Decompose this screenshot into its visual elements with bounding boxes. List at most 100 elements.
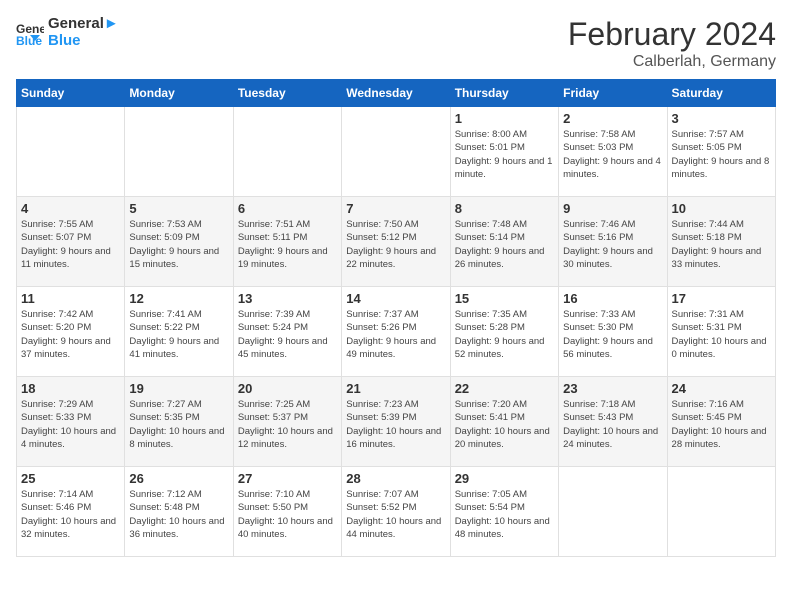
day-info: Sunrise: 7:31 AMSunset: 5:31 PMDaylight:… bbox=[672, 308, 771, 361]
calendar-cell: 8 Sunrise: 7:48 AMSunset: 5:14 PMDaylight… bbox=[450, 197, 558, 287]
calendar-cell: 24 Sunrise: 7:16 AMSunset: 5:45 PMDayligh… bbox=[667, 377, 775, 467]
day-info: Sunrise: 7:29 AMSunset: 5:33 PMDaylight:… bbox=[21, 398, 120, 451]
logo-general: General► bbox=[48, 16, 119, 33]
day-info: Sunrise: 7:35 AMSunset: 5:28 PMDaylight:… bbox=[455, 308, 554, 361]
day-info: Sunrise: 7:05 AMSunset: 5:54 PMDaylight:… bbox=[455, 488, 554, 541]
calendar-week-row: 11Sunrise: 7:42 AMSunset: 5:20 PMDayligh… bbox=[17, 287, 776, 377]
calendar-cell: 7 Sunrise: 7:50 AMSunset: 5:12 PMDaylight… bbox=[342, 197, 450, 287]
day-number: 14 bbox=[346, 291, 445, 306]
day-info: Sunrise: 7:33 AMSunset: 5:30 PMDaylight:… bbox=[563, 308, 662, 361]
day-number: 29 bbox=[455, 471, 554, 486]
day-info: Sunrise: 8:00 AMSunset: 5:01 PMDaylight:… bbox=[455, 128, 554, 181]
day-info: Sunrise: 7:07 AMSunset: 5:52 PMDaylight:… bbox=[346, 488, 445, 541]
calendar-header-row: SundayMondayTuesdayWednesdayThursdayFrid… bbox=[17, 80, 776, 107]
weekday-header-sunday: Sunday bbox=[17, 80, 125, 107]
calendar-cell: 18Sunrise: 7:29 AMSunset: 5:33 PMDayligh… bbox=[17, 377, 125, 467]
day-info: Sunrise: 7:51 AMSunset: 5:11 PMDaylight:… bbox=[238, 218, 337, 271]
weekday-header-thursday: Thursday bbox=[450, 80, 558, 107]
calendar-cell: 9 Sunrise: 7:46 AMSunset: 5:16 PMDaylight… bbox=[559, 197, 667, 287]
day-info: Sunrise: 7:44 AMSunset: 5:18 PMDaylight:… bbox=[672, 218, 771, 271]
calendar-cell: 12 Sunrise: 7:41 AMSunset: 5:22 PMDayligh… bbox=[125, 287, 233, 377]
day-number: 8 bbox=[455, 201, 554, 216]
day-info: Sunrise: 7:23 AMSunset: 5:39 PMDaylight:… bbox=[346, 398, 445, 451]
calendar-week-row: 4Sunrise: 7:55 AMSunset: 5:07 PMDaylight… bbox=[17, 197, 776, 287]
day-number: 28 bbox=[346, 471, 445, 486]
day-number: 12 bbox=[129, 291, 228, 306]
calendar-cell: 22 Sunrise: 7:20 AMSunset: 5:41 PMDayligh… bbox=[450, 377, 558, 467]
header: General Blue General► Blue February 2024… bbox=[16, 16, 776, 71]
day-number: 16 bbox=[563, 291, 662, 306]
day-info: Sunrise: 7:20 AMSunset: 5:41 PMDaylight:… bbox=[455, 398, 554, 451]
day-info: Sunrise: 7:53 AMSunset: 5:09 PMDaylight:… bbox=[129, 218, 228, 271]
calendar-cell: 14 Sunrise: 7:37 AMSunset: 5:26 PMDayligh… bbox=[342, 287, 450, 377]
day-number: 5 bbox=[129, 201, 228, 216]
day-info: Sunrise: 7:57 AMSunset: 5:05 PMDaylight:… bbox=[672, 128, 771, 181]
day-number: 7 bbox=[346, 201, 445, 216]
calendar-cell bbox=[125, 107, 233, 197]
calendar-cell: 16 Sunrise: 7:33 AMSunset: 5:30 PMDayligh… bbox=[559, 287, 667, 377]
day-number: 19 bbox=[129, 381, 228, 396]
day-info: Sunrise: 7:48 AMSunset: 5:14 PMDaylight:… bbox=[455, 218, 554, 271]
svg-text:Blue: Blue bbox=[16, 34, 42, 47]
day-number: 13 bbox=[238, 291, 337, 306]
day-info: Sunrise: 7:46 AMSunset: 5:16 PMDaylight:… bbox=[563, 218, 662, 271]
day-info: Sunrise: 7:41 AMSunset: 5:22 PMDaylight:… bbox=[129, 308, 228, 361]
day-number: 3 bbox=[672, 111, 771, 126]
weekday-header-monday: Monday bbox=[125, 80, 233, 107]
day-info: Sunrise: 7:10 AMSunset: 5:50 PMDaylight:… bbox=[238, 488, 337, 541]
calendar-cell: 5 Sunrise: 7:53 AMSunset: 5:09 PMDaylight… bbox=[125, 197, 233, 287]
day-number: 26 bbox=[129, 471, 228, 486]
page-title: February 2024 bbox=[568, 16, 776, 53]
day-info: Sunrise: 7:18 AMSunset: 5:43 PMDaylight:… bbox=[563, 398, 662, 451]
calendar-week-row: 18Sunrise: 7:29 AMSunset: 5:33 PMDayligh… bbox=[17, 377, 776, 467]
calendar-cell bbox=[17, 107, 125, 197]
calendar-cell bbox=[559, 467, 667, 557]
calendar-cell: 19 Sunrise: 7:27 AMSunset: 5:35 PMDayligh… bbox=[125, 377, 233, 467]
logo-icon: General Blue bbox=[16, 19, 44, 47]
day-number: 15 bbox=[455, 291, 554, 306]
calendar-table: SundayMondayTuesdayWednesdayThursdayFrid… bbox=[16, 79, 776, 557]
weekday-header-friday: Friday bbox=[559, 80, 667, 107]
day-info: Sunrise: 7:27 AMSunset: 5:35 PMDaylight:… bbox=[129, 398, 228, 451]
day-info: Sunrise: 7:50 AMSunset: 5:12 PMDaylight:… bbox=[346, 218, 445, 271]
logo-blue: Blue bbox=[48, 33, 119, 50]
day-number: 27 bbox=[238, 471, 337, 486]
day-number: 2 bbox=[563, 111, 662, 126]
weekday-header-wednesday: Wednesday bbox=[342, 80, 450, 107]
calendar-cell: 28 Sunrise: 7:07 AMSunset: 5:52 PMDayligh… bbox=[342, 467, 450, 557]
calendar-cell: 1 Sunrise: 8:00 AMSunset: 5:01 PMDaylight… bbox=[450, 107, 558, 197]
day-number: 9 bbox=[563, 201, 662, 216]
day-number: 1 bbox=[455, 111, 554, 126]
day-number: 21 bbox=[346, 381, 445, 396]
calendar-cell: 11Sunrise: 7:42 AMSunset: 5:20 PMDayligh… bbox=[17, 287, 125, 377]
calendar-cell: 26 Sunrise: 7:12 AMSunset: 5:48 PMDayligh… bbox=[125, 467, 233, 557]
calendar-cell: 10 Sunrise: 7:44 AMSunset: 5:18 PMDayligh… bbox=[667, 197, 775, 287]
calendar-cell: 4Sunrise: 7:55 AMSunset: 5:07 PMDaylight… bbox=[17, 197, 125, 287]
page-subtitle: Calberlah, Germany bbox=[568, 53, 776, 71]
day-info: Sunrise: 7:37 AMSunset: 5:26 PMDaylight:… bbox=[346, 308, 445, 361]
day-info: Sunrise: 7:16 AMSunset: 5:45 PMDaylight:… bbox=[672, 398, 771, 451]
calendar-cell: 13Sunrise: 7:39 AMSunset: 5:24 PMDayligh… bbox=[233, 287, 341, 377]
day-number: 22 bbox=[455, 381, 554, 396]
calendar-cell: 6Sunrise: 7:51 AMSunset: 5:11 PMDaylight… bbox=[233, 197, 341, 287]
day-number: 23 bbox=[563, 381, 662, 396]
day-number: 24 bbox=[672, 381, 771, 396]
day-number: 10 bbox=[672, 201, 771, 216]
day-number: 20 bbox=[238, 381, 337, 396]
day-number: 4 bbox=[21, 201, 120, 216]
calendar-cell: 2Sunrise: 7:58 AMSunset: 5:03 PMDaylight… bbox=[559, 107, 667, 197]
calendar-body: 1 Sunrise: 8:00 AMSunset: 5:01 PMDaylight… bbox=[17, 107, 776, 557]
day-info: Sunrise: 7:12 AMSunset: 5:48 PMDaylight:… bbox=[129, 488, 228, 541]
logo: General Blue General► Blue bbox=[16, 16, 119, 49]
title-area: February 2024 Calberlah, Germany bbox=[568, 16, 776, 71]
day-number: 17 bbox=[672, 291, 771, 306]
day-info: Sunrise: 7:42 AMSunset: 5:20 PMDaylight:… bbox=[21, 308, 120, 361]
calendar-cell: 23 Sunrise: 7:18 AMSunset: 5:43 PMDayligh… bbox=[559, 377, 667, 467]
day-info: Sunrise: 7:25 AMSunset: 5:37 PMDaylight:… bbox=[238, 398, 337, 451]
calendar-cell bbox=[667, 467, 775, 557]
calendar-cell: 27 Sunrise: 7:10 AMSunset: 5:50 PMDayligh… bbox=[233, 467, 341, 557]
calendar-cell: 15 Sunrise: 7:35 AMSunset: 5:28 PMDayligh… bbox=[450, 287, 558, 377]
calendar-cell: 20 Sunrise: 7:25 AMSunset: 5:37 PMDayligh… bbox=[233, 377, 341, 467]
day-number: 25 bbox=[21, 471, 120, 486]
calendar-week-row: 1 Sunrise: 8:00 AMSunset: 5:01 PMDaylight… bbox=[17, 107, 776, 197]
